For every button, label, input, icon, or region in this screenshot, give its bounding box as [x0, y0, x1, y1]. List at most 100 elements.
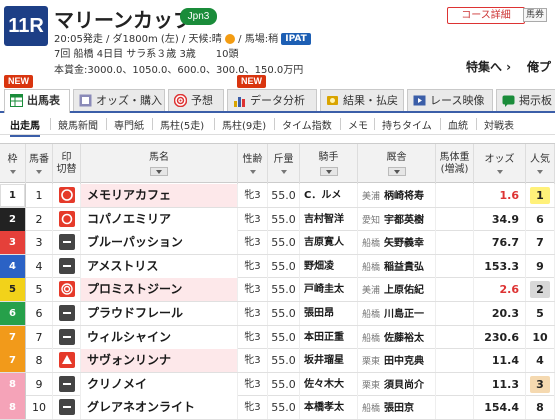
horse-name[interactable]: コパノエミリア: [81, 207, 238, 231]
jockey-name[interactable]: 戸崎圭太: [300, 278, 358, 302]
odds-value[interactable]: 34.9: [474, 207, 526, 231]
tab-label: 予想: [191, 94, 213, 107]
table-row[interactable]: 8 10 グレアネオンライト 牝3 55.0 本橋孝太 船橋 張田京 154.4 …: [0, 396, 555, 420]
dash-mark-icon[interactable]: [59, 257, 75, 274]
trainer-name[interactable]: 矢野義幸: [384, 238, 424, 249]
horse-name[interactable]: グレアネオンライト: [81, 396, 238, 420]
trainer-name[interactable]: 稲益貴弘: [384, 262, 424, 273]
special-feature-link[interactable]: 特集へ ›: [466, 58, 511, 75]
jockey-name[interactable]: C．ルメ: [300, 184, 358, 207]
trainer-name[interactable]: 佐藤裕太: [384, 333, 424, 344]
triangle-mark-icon[interactable]: [59, 352, 75, 369]
header-uma[interactable]: 馬番: [26, 144, 53, 184]
header-mark[interactable]: 印切替: [53, 144, 81, 184]
table-row[interactable]: 3 3 ブルーパッション 牝3 55.0 吉原寛人 船橋 矢野義幸 76.7 7: [0, 231, 555, 255]
tab-results[interactable]: 結果・払戻: [320, 89, 404, 111]
dash-mark-icon[interactable]: [59, 328, 75, 345]
jockey-name[interactable]: 吉村智洋: [300, 207, 358, 231]
table-row[interactable]: 1 1 メモリアカフェ 牝3 55.0 C．ルメ 美浦 柄崎将寿 1.6 1: [0, 184, 555, 208]
subnav-umabashira-9[interactable]: 馬柱(9走): [222, 117, 266, 132]
jockey-name[interactable]: 野畑凌: [300, 254, 358, 278]
header-kin[interactable]: 斤量: [268, 144, 300, 184]
subnav-senmonshi[interactable]: 専門紙: [114, 117, 144, 132]
tab-shutsubahyo[interactable]: 出馬表: [4, 89, 70, 113]
jockey-name[interactable]: 本田正重: [300, 325, 358, 349]
jockey-name[interactable]: 張田昂: [300, 302, 358, 325]
odds-value[interactable]: 1.6: [474, 184, 526, 207]
baken-button[interactable]: 馬券: [523, 8, 547, 22]
trainer-name[interactable]: 宇都英樹: [384, 215, 424, 226]
my-pro-link[interactable]: 俺プ: [527, 58, 551, 75]
subnav-ketto[interactable]: 血統: [448, 117, 468, 132]
dash-mark-icon[interactable]: [59, 375, 75, 392]
table-row[interactable]: 7 7 ウィルシャイン 牝3 55.0 本田正重 船橋 佐藤裕太 230.6 10: [0, 325, 555, 350]
trainer-name[interactable]: 田中克典: [384, 356, 424, 367]
subnav-mochi-time[interactable]: 持ちタイム: [382, 117, 432, 132]
jockey-name[interactable]: 吉原寛人: [300, 231, 358, 255]
table-row[interactable]: 8 9 クリノメイ 牝3 55.0 佐々木大 栗東 須貝尚介 11.3 3: [0, 372, 555, 397]
header-waku[interactable]: 枠: [0, 144, 26, 184]
odds-value[interactable]: 2.6: [474, 278, 526, 302]
table-icon: [10, 94, 23, 107]
header-jockey[interactable]: 騎手: [300, 144, 358, 184]
odds-value[interactable]: 154.4: [474, 396, 526, 420]
horse-name[interactable]: サヴォンリンナ: [81, 349, 238, 373]
waku-number: 6: [0, 302, 26, 325]
tab-odds[interactable]: オッズ・購入: [73, 89, 165, 111]
table-row[interactable]: 5 5 プロミストジーン 牝3 55.0 戸崎圭太 美浦 上原佑紀 2.6 2: [0, 278, 555, 302]
horse-name[interactable]: ウィルシャイン: [81, 325, 238, 349]
tab-race-video[interactable]: レース映像: [407, 89, 493, 111]
circle-outline-mark-icon[interactable]: [59, 210, 75, 227]
trainer-cell: 船橋 佐藤裕太: [358, 325, 436, 349]
body-weight: [436, 184, 474, 207]
horse-name[interactable]: メモリアカフェ: [81, 184, 238, 207]
tab-board[interactable]: 掲示板: [496, 89, 555, 111]
horse-name[interactable]: クリノメイ: [81, 372, 238, 396]
subnav-umabashira-5[interactable]: 馬柱(5走): [160, 117, 204, 132]
course-detail-button[interactable]: コース詳細: [447, 7, 525, 24]
target-mark-icon[interactable]: [59, 281, 75, 298]
dash-mark-icon[interactable]: [59, 399, 75, 416]
header-horse[interactable]: 馬名: [81, 144, 238, 184]
trainer-name[interactable]: 柄崎将寿: [384, 191, 424, 202]
subnav-keiba-shinbun[interactable]: 競馬新聞: [58, 117, 98, 132]
table-row[interactable]: 7 8 サヴォンリンナ 牝3 55.0 坂井瑠星 栗東 田中克典 11.4 4: [0, 349, 555, 373]
trainer-name[interactable]: 須貝尚介: [384, 380, 424, 391]
tab-yoso[interactable]: 予想: [168, 89, 224, 111]
header-sex[interactable]: 性齢: [238, 144, 268, 184]
header-ninki[interactable]: 人気: [526, 144, 555, 184]
dash-mark-icon[interactable]: [59, 305, 75, 321]
trainer-cell: 栗東 須貝尚介: [358, 372, 436, 396]
jockey-name[interactable]: 本橋孝太: [300, 396, 358, 420]
odds-value[interactable]: 11.3: [474, 372, 526, 396]
dash-mark-icon[interactable]: [59, 234, 75, 251]
table-row[interactable]: 4 4 アメストリス 牝3 55.0 野畑凌 船橋 稲益貴弘 153.3 9: [0, 254, 555, 279]
odds-value[interactable]: 230.6: [474, 325, 526, 349]
horse-name[interactable]: ブルーパッション: [81, 231, 238, 255]
subnav-taisen[interactable]: 対戦表: [484, 117, 514, 132]
horse-name[interactable]: アメストリス: [81, 254, 238, 278]
table-row[interactable]: 2 2 コパノエミリア 牝3 55.0 吉村智洋 愛知 宇都英樹 34.9 6: [0, 207, 555, 232]
header-weight[interactable]: 馬体重 (増減): [436, 144, 474, 184]
subnav-shussouba[interactable]: 出走馬: [10, 117, 40, 137]
sex-age: 牝3: [238, 207, 268, 231]
odds-value[interactable]: 153.3: [474, 254, 526, 278]
jockey-name[interactable]: 佐々木大: [300, 372, 358, 396]
odds-value[interactable]: 11.4: [474, 349, 526, 373]
header-odds[interactable]: オッズ: [474, 144, 526, 184]
trainer-name[interactable]: 張田京: [384, 403, 414, 414]
jockey-name[interactable]: 坂井瑠星: [300, 349, 358, 373]
odds-value[interactable]: 20.3: [474, 302, 526, 325]
header-trainer[interactable]: 厩舎: [358, 144, 436, 184]
trainer-name[interactable]: 上原佑紀: [384, 285, 424, 296]
tab-data-analysis[interactable]: データ分析: [227, 89, 317, 111]
subnav-time-index[interactable]: タイム指数: [282, 117, 332, 132]
table-row[interactable]: 6 6 プラウドフレール 牝3 55.0 張田昂 船橋 川島正一 20.3 5: [0, 302, 555, 326]
subnav-memo[interactable]: メモ: [348, 117, 368, 132]
horse-name[interactable]: プロミストジーン: [81, 278, 238, 302]
circle-mark-icon[interactable]: [59, 187, 75, 203]
horse-name[interactable]: プラウドフレール: [81, 302, 238, 325]
trainer-name[interactable]: 川島正一: [384, 309, 424, 320]
odds-value[interactable]: 76.7: [474, 231, 526, 255]
ipat-badge[interactable]: IPAT: [281, 33, 311, 45]
